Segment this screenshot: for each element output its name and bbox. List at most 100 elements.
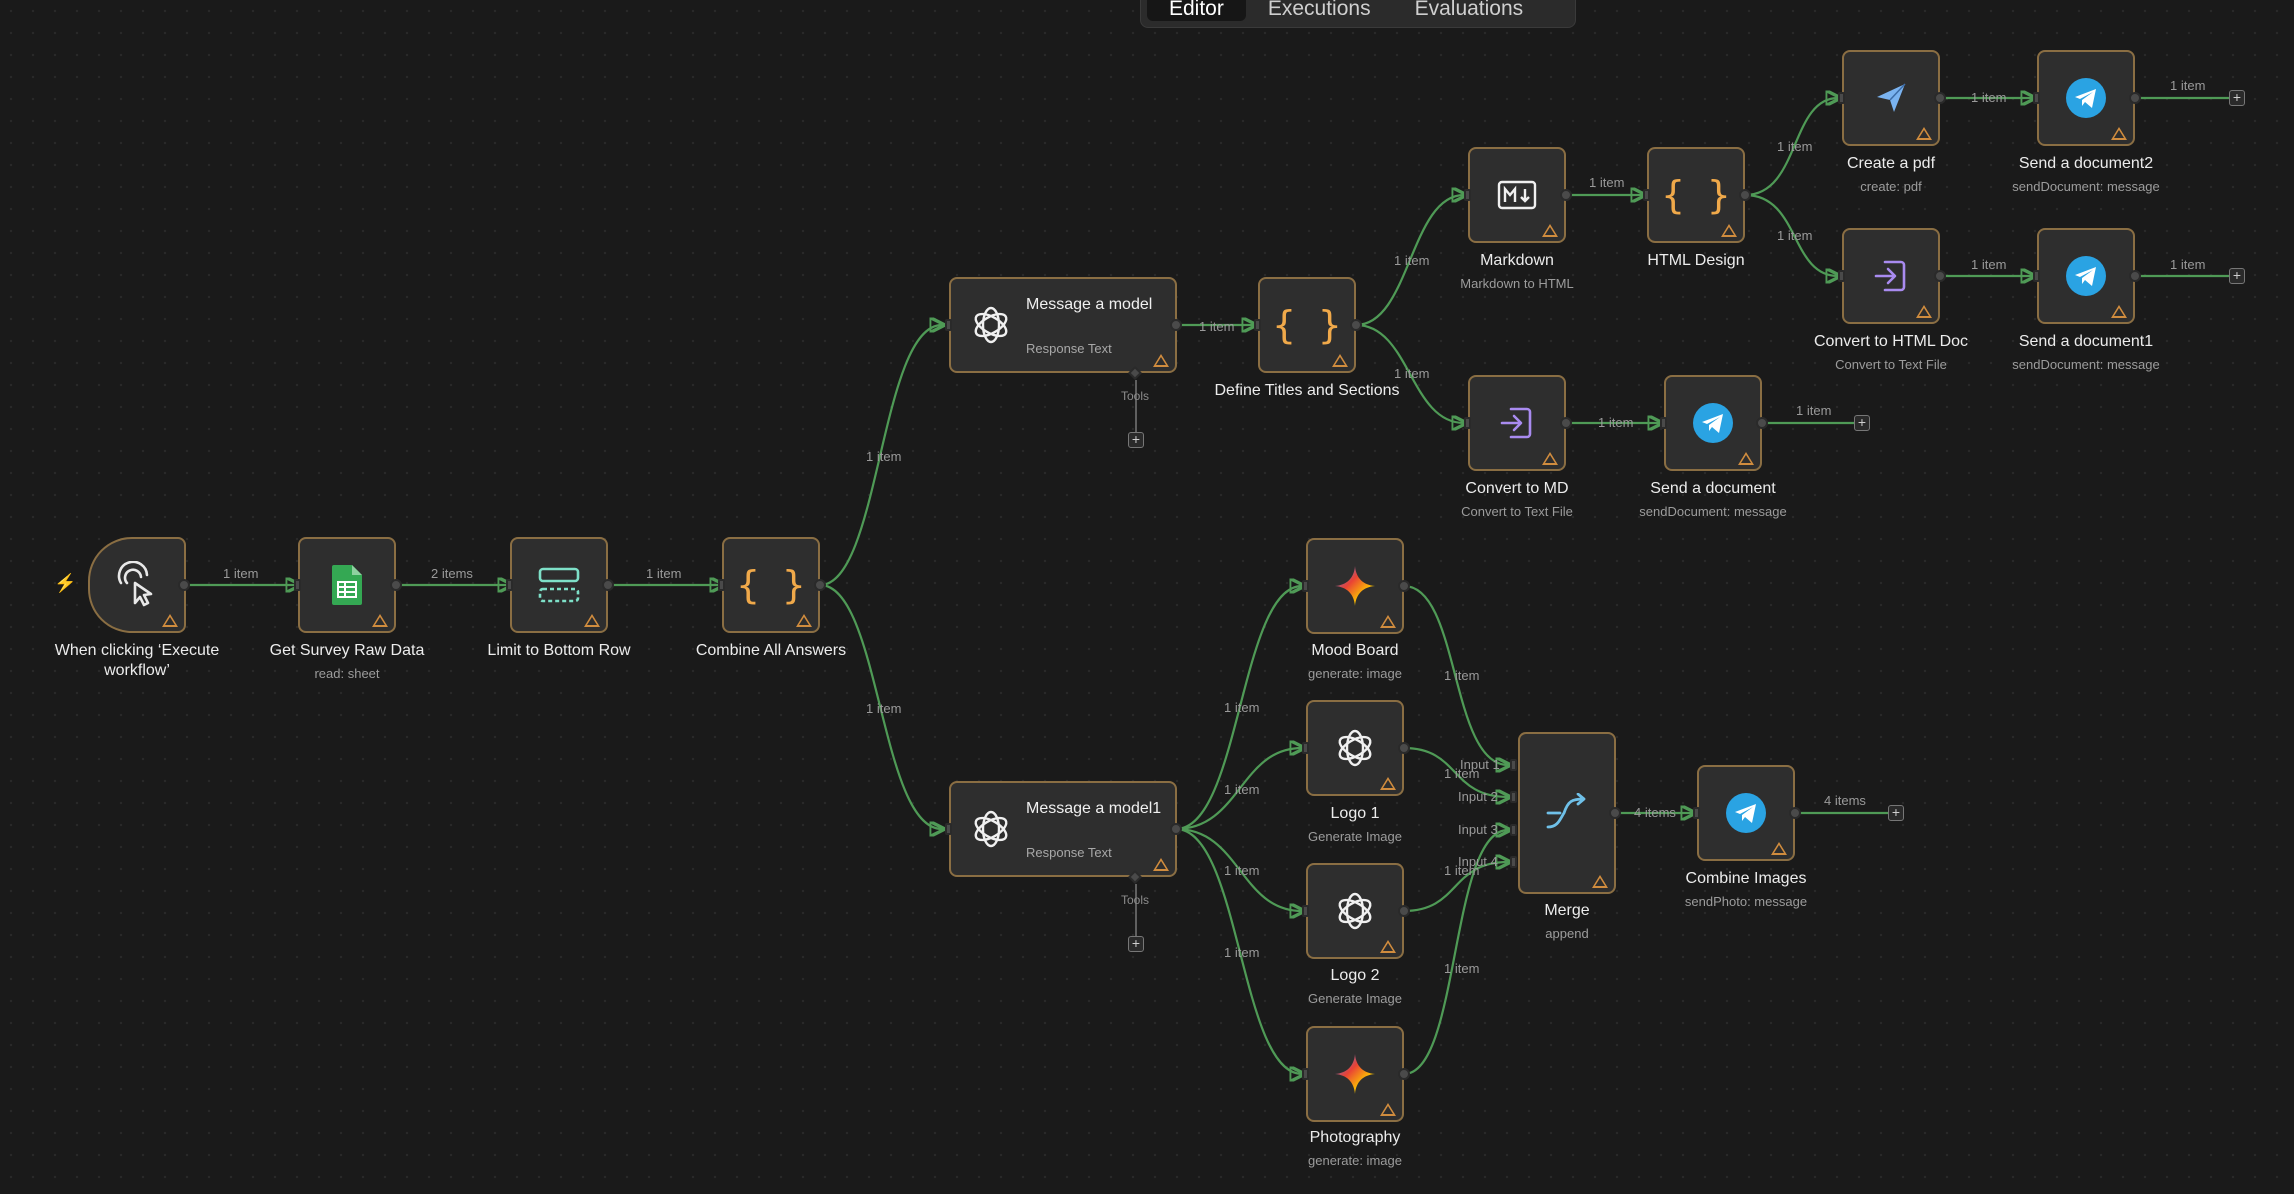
output-port[interactable] xyxy=(1609,807,1621,819)
output-port[interactable] xyxy=(1934,92,1946,104)
input-port[interactable] xyxy=(1302,905,1309,917)
warning-icon xyxy=(1721,224,1737,237)
output-port[interactable] xyxy=(390,579,402,591)
input-port-3[interactable] xyxy=(1510,824,1517,836)
input-port[interactable] xyxy=(945,823,952,835)
node-title: When clicking ‘Execute workflow’ xyxy=(54,642,220,679)
warning-icon xyxy=(1380,777,1396,790)
output-port[interactable] xyxy=(2129,270,2141,282)
input-port[interactable] xyxy=(2033,92,2040,104)
node-create-a-pdf[interactable] xyxy=(1842,50,1940,146)
input-port[interactable] xyxy=(1643,189,1650,201)
edge-label: 1 item xyxy=(1589,175,1624,190)
node-html-design[interactable]: { } xyxy=(1647,147,1745,243)
warning-icon xyxy=(796,614,812,627)
tab-editor[interactable]: Editor xyxy=(1147,0,1246,21)
input-port[interactable] xyxy=(1660,417,1667,429)
output-port[interactable] xyxy=(1560,417,1572,429)
input-port[interactable] xyxy=(294,579,301,591)
node-message-a-model1[interactable]: Message a model1 Response Text xyxy=(949,781,1177,877)
input-port[interactable] xyxy=(2033,270,2040,282)
node-subtitle: Generate Image xyxy=(1308,829,1402,844)
input-port-2[interactable] xyxy=(1510,791,1517,803)
node-send-a-document1[interactable] xyxy=(2037,228,2135,324)
warning-icon xyxy=(1916,127,1932,140)
tab-executions[interactable]: Executions xyxy=(1246,0,1393,21)
input-port[interactable] xyxy=(1302,1068,1309,1080)
warning-icon xyxy=(1380,615,1396,628)
edge-model1-photo[interactable] xyxy=(1175,827,1302,1074)
workflow-canvas[interactable]: 1 item 2 items 1 item 1 item 1 item 1 it… xyxy=(0,0,2294,1194)
node-define-titles-and-sections[interactable]: { } xyxy=(1258,277,1356,373)
output-port[interactable] xyxy=(2129,92,2141,104)
edge-label: 1 item xyxy=(1777,139,1812,154)
node-convert-to-md[interactable] xyxy=(1468,375,1566,471)
add-node-button[interactable]: + xyxy=(2229,268,2245,284)
output-port[interactable] xyxy=(1398,742,1410,754)
add-tool-button[interactable]: + xyxy=(1128,432,1144,448)
output-port[interactable] xyxy=(1170,823,1182,835)
node-get-survey-raw-data[interactable] xyxy=(298,537,396,633)
input-port[interactable] xyxy=(945,319,952,331)
edge-combine-model[interactable] xyxy=(819,325,942,587)
input-port[interactable] xyxy=(1838,270,1845,282)
warning-icon xyxy=(1771,842,1787,855)
add-node-button[interactable]: + xyxy=(2229,90,2245,106)
edge-combine-model1[interactable] xyxy=(819,583,942,829)
output-port[interactable] xyxy=(1170,319,1182,331)
add-node-button[interactable]: + xyxy=(1888,805,1904,821)
input-port[interactable] xyxy=(1838,92,1845,104)
edge-define-convmd[interactable] xyxy=(1355,323,1464,423)
input-port[interactable] xyxy=(1464,189,1471,201)
output-port[interactable] xyxy=(602,579,614,591)
edge-model1-mood[interactable] xyxy=(1175,586,1302,831)
node-logo-1[interactable] xyxy=(1306,700,1404,796)
output-port[interactable] xyxy=(1398,1068,1410,1080)
output-port[interactable] xyxy=(1398,580,1410,592)
input-port[interactable] xyxy=(506,579,513,591)
node-limit-to-bottom-row[interactable] xyxy=(510,537,608,633)
node-send-a-document[interactable] xyxy=(1664,375,1762,471)
output-port[interactable] xyxy=(1350,319,1362,331)
node-markdown[interactable] xyxy=(1468,147,1566,243)
input-port-4[interactable] xyxy=(1510,856,1517,868)
edge-label: 2 items xyxy=(431,566,473,581)
input-port[interactable] xyxy=(1302,742,1309,754)
node-trigger[interactable] xyxy=(88,537,186,633)
edge-label: 1 item xyxy=(1224,782,1259,797)
add-node-button[interactable]: + xyxy=(1854,415,1870,431)
tab-evaluations[interactable]: Evaluations xyxy=(1393,0,1546,21)
output-port[interactable] xyxy=(1739,189,1751,201)
node-photography[interactable] xyxy=(1306,1026,1404,1122)
output-port[interactable] xyxy=(178,579,190,591)
node-convert-to-html-doc[interactable] xyxy=(1842,228,1940,324)
node-logo-2[interactable] xyxy=(1306,863,1404,959)
add-tool-button[interactable]: + xyxy=(1128,936,1144,952)
edge-logo1-merge[interactable] xyxy=(1403,746,1508,797)
warning-icon xyxy=(1153,858,1169,871)
input-port[interactable] xyxy=(1693,807,1700,819)
output-port[interactable] xyxy=(1789,807,1801,819)
input-port-1[interactable] xyxy=(1510,759,1517,771)
node-send-a-document2[interactable] xyxy=(2037,50,2135,146)
warning-icon xyxy=(1738,452,1754,465)
node-message-a-model[interactable]: Message a model Response Text xyxy=(949,277,1177,373)
edge-label: 1 item xyxy=(1598,415,1633,430)
output-port[interactable] xyxy=(1398,905,1410,917)
merge-icon xyxy=(1520,734,1614,892)
node-title: Message a model1 xyxy=(1026,800,1162,817)
node-combine-all-answers[interactable]: { } xyxy=(722,537,820,633)
output-port[interactable] xyxy=(1756,417,1768,429)
node-combine-images[interactable] xyxy=(1697,765,1795,861)
output-port[interactable] xyxy=(1560,189,1572,201)
node-merge[interactable] xyxy=(1518,732,1616,894)
node-mood-board[interactable] xyxy=(1306,538,1404,634)
output-port[interactable] xyxy=(814,579,826,591)
edge-label: 4 items xyxy=(1634,805,1676,820)
output-port[interactable] xyxy=(1934,270,1946,282)
input-port[interactable] xyxy=(718,579,725,591)
input-port[interactable] xyxy=(1302,580,1309,592)
edge-photo-merge[interactable] xyxy=(1403,830,1508,1076)
input-port[interactable] xyxy=(1254,319,1261,331)
input-port[interactable] xyxy=(1464,417,1471,429)
